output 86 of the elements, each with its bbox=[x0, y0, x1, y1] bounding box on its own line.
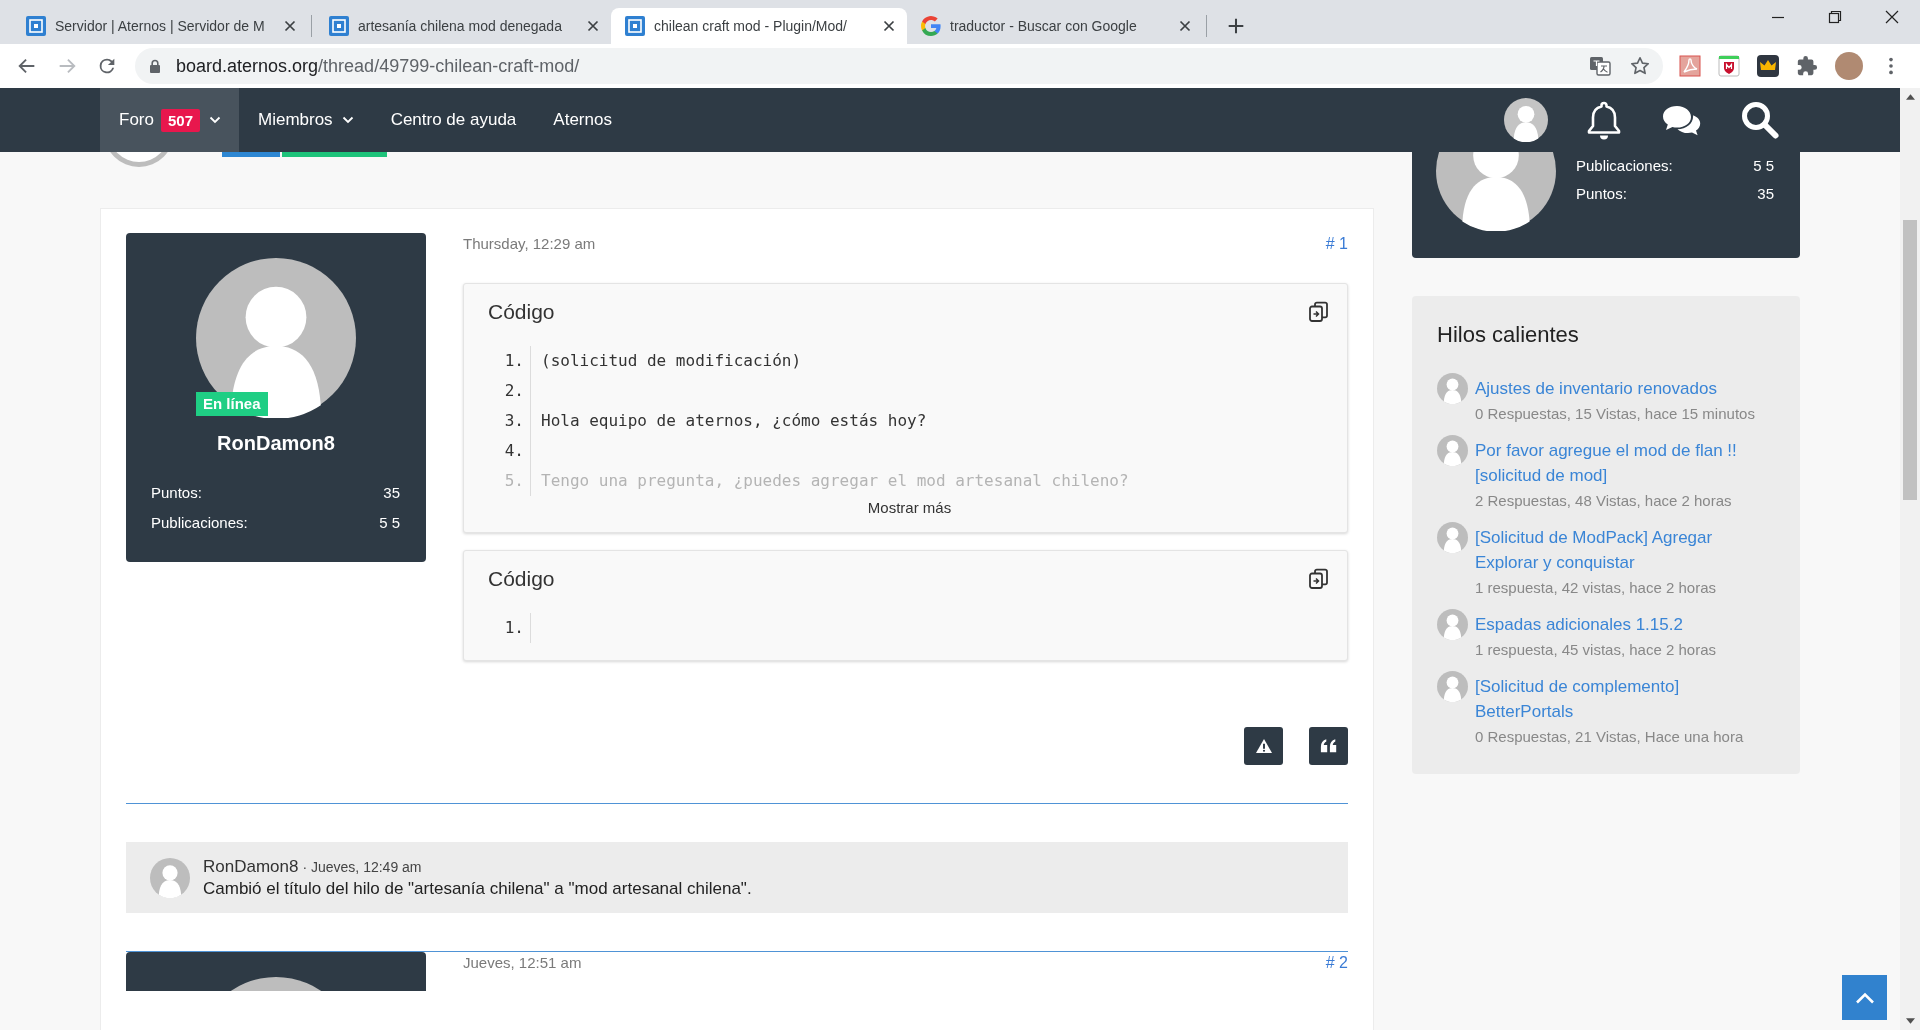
line-number: 1. bbox=[504, 350, 524, 372]
avatar-icon[interactable] bbox=[1504, 98, 1548, 142]
code-line: (solicitud de modificación) bbox=[541, 351, 802, 370]
line-number: 2. bbox=[504, 380, 524, 402]
thread-meta: 2 Respuestas, 48 Vistas, hace 2 horas bbox=[1475, 491, 1733, 511]
url-path: /thread/49799-chilean-craft-mod/ bbox=[318, 55, 580, 77]
notice-time: · Jueves, 12:49 am bbox=[302, 857, 422, 877]
panel-title: Hilos calientes bbox=[1437, 321, 1580, 349]
grid-square-icon bbox=[329, 16, 349, 36]
scroll-top-button[interactable] bbox=[1842, 975, 1887, 1020]
close-icon[interactable] bbox=[881, 18, 897, 34]
thread-meta: 0 Respuestas, 21 Vistas, Hace una hora bbox=[1475, 727, 1745, 747]
stat-value: 35 bbox=[1757, 184, 1774, 204]
thread-meta: 1 respuesta, 42 vistas, hace 2 horas bbox=[1475, 578, 1717, 598]
puzzle-icon[interactable] bbox=[1796, 55, 1818, 77]
scrollbar[interactable] bbox=[1900, 88, 1920, 1030]
nav-item[interactable]: Aternos bbox=[534, 88, 630, 152]
notice-message: Cambió el título del hilo de "artesanía chilena" a "mod artesanal chilena". bbox=[203, 877, 752, 900]
stat-label: Publicaciones: bbox=[151, 513, 248, 533]
arrow-down-icon[interactable] bbox=[1905, 1018, 1915, 1024]
post-date: Thursday, 12:29 am bbox=[463, 234, 596, 254]
line-number: 3. bbox=[504, 410, 524, 432]
nav-item[interactable]: Foro 507 bbox=[100, 88, 239, 152]
quote-button[interactable] bbox=[1309, 727, 1348, 765]
stat-value: 5 5 bbox=[379, 513, 400, 533]
browser-tab[interactable]: traductor - Buscar con Google bbox=[907, 8, 1203, 44]
stat-label: Publicaciones: bbox=[1576, 156, 1673, 176]
status-badge: En línea bbox=[196, 392, 268, 416]
thread-meta: 0 Respuestas, 15 Vistas, hace 15 minutos bbox=[1475, 404, 1756, 424]
stat-value: 5 5 bbox=[1753, 156, 1774, 176]
close-icon[interactable] bbox=[1884, 10, 1899, 24]
thread-meta: 1 respuesta, 45 vistas, hace 2 horas bbox=[1475, 640, 1717, 660]
stat-label: Puntos: bbox=[1576, 184, 1627, 204]
grid-square-icon bbox=[625, 16, 645, 36]
translate-icon[interactable] bbox=[1589, 55, 1611, 77]
avatar-icon bbox=[1437, 435, 1468, 466]
code-block-title: Código bbox=[488, 300, 555, 324]
code-block-title: Código bbox=[488, 567, 555, 591]
plus-icon[interactable] bbox=[1227, 17, 1245, 35]
close-icon[interactable] bbox=[1177, 18, 1193, 34]
post-date: Jueves, 12:51 am bbox=[463, 953, 582, 973]
close-icon[interactable] bbox=[282, 18, 298, 34]
stat-value: 35 bbox=[383, 483, 400, 503]
restore-icon[interactable] bbox=[1827, 10, 1842, 24]
count-badge: 507 bbox=[160, 108, 200, 132]
avatar-icon bbox=[1437, 373, 1468, 404]
line-number: 5. bbox=[504, 470, 524, 492]
line-number: 1. bbox=[504, 617, 524, 639]
username-link[interactable]: RonDamon8 bbox=[203, 855, 299, 878]
lock-icon bbox=[149, 59, 161, 73]
avatar-icon bbox=[1437, 671, 1468, 702]
copy-icon[interactable] bbox=[1307, 567, 1331, 591]
post-number-link[interactable]: # 2 bbox=[1325, 952, 1348, 974]
scrollbar-thumb[interactable] bbox=[1903, 220, 1917, 500]
chevron-up-icon bbox=[1854, 991, 1875, 1004]
shield-icon[interactable] bbox=[1718, 55, 1740, 77]
crown-icon[interactable] bbox=[1757, 55, 1779, 77]
nav-item[interactable]: Miembros bbox=[239, 88, 372, 152]
url-host: board.aternos.org bbox=[176, 55, 319, 77]
avatar-icon bbox=[1437, 522, 1468, 553]
line-number: 4. bbox=[504, 440, 524, 462]
grid-square-icon bbox=[26, 16, 46, 36]
profile-avatar[interactable] bbox=[1835, 52, 1863, 80]
username[interactable]: RonDamon8 bbox=[217, 431, 335, 455]
browser-tab[interactable]: chilean craft mod - Plugin/Mod/ bbox=[611, 8, 907, 44]
user-tag bbox=[222, 152, 280, 157]
copy-icon[interactable] bbox=[1307, 300, 1331, 324]
code-line: Tengo una pregunta, ¿puedes agregar el mod artesanal chileno? bbox=[541, 471, 1129, 490]
address-bar[interactable]: board.aternos.org/thread/49799-chilean-craft-mod/ bbox=[135, 48, 1663, 84]
show-more-link[interactable]: Mostrar más bbox=[867, 498, 952, 518]
code-line: Hola equipo de aternos, ¿cómo estás hoy? bbox=[541, 411, 927, 430]
close-icon[interactable] bbox=[585, 18, 601, 34]
quote-icon bbox=[1319, 738, 1338, 754]
warning-icon bbox=[1254, 738, 1273, 754]
browser-tab[interactable]: Servidor | Aternos | Servidor de M bbox=[12, 8, 308, 44]
arrow-up-icon[interactable] bbox=[1905, 94, 1915, 100]
extension-icon[interactable] bbox=[1679, 55, 1701, 77]
stat-label: Puntos: bbox=[151, 483, 202, 503]
avatar-icon bbox=[1437, 609, 1468, 640]
browser-tab[interactable]: artesanía chilena mod denegada bbox=[315, 8, 611, 44]
letter-g-icon bbox=[921, 16, 941, 36]
report-button[interactable] bbox=[1244, 727, 1283, 765]
avatar-icon bbox=[150, 857, 190, 898]
nav-item[interactable]: Centro de ayuda bbox=[371, 88, 535, 152]
star-icon[interactable] bbox=[1629, 55, 1651, 77]
post-number-link[interactable]: # 1 bbox=[1325, 233, 1348, 255]
